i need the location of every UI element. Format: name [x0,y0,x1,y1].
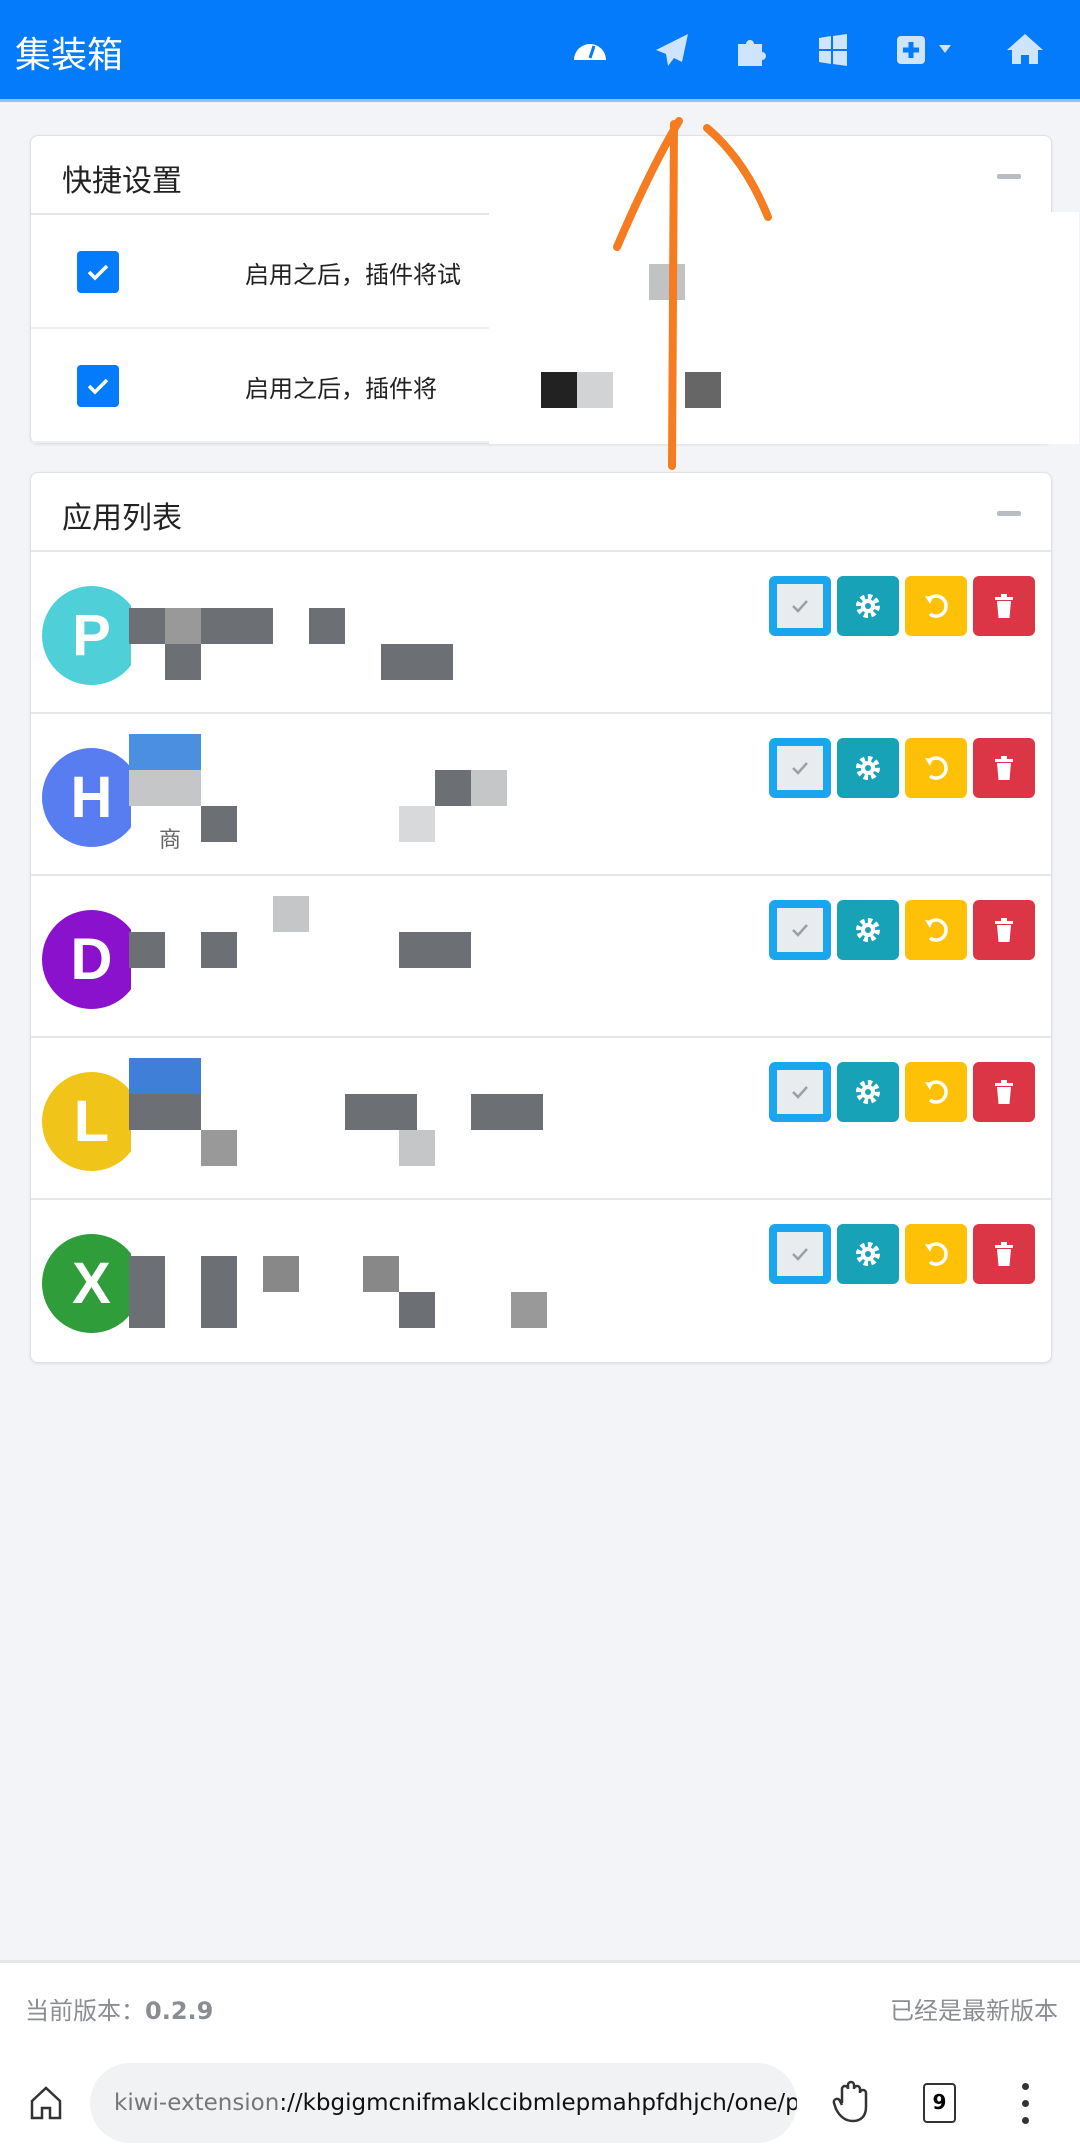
redaction [129,932,165,968]
redaction [129,1256,165,1292]
redaction [201,1292,237,1328]
settings-button[interactable] [837,1224,899,1284]
redaction [399,1292,435,1328]
redaction [381,644,453,680]
reset-button[interactable] [905,900,967,960]
settings-button[interactable] [837,576,899,636]
gear-icon [856,756,880,780]
settings-button[interactable] [837,900,899,960]
url-path: ://kbgigmcnifmaklccibmlepmahpfdhjch/one/… [279,2090,797,2116]
undo-icon [925,1242,948,1266]
app-avatar: H [42,748,141,847]
redaction [345,1094,417,1130]
enable-button[interactable] [769,576,831,636]
redaction [129,1058,201,1094]
url-bar[interactable]: kiwi-extension://kbgigmcnifmaklccibmlepm… [90,2063,797,2143]
delete-button[interactable] [973,576,1035,636]
check-icon [792,762,808,775]
redaction [201,608,273,644]
trash-icon [995,594,1013,618]
check-icon [792,1086,808,1099]
hand-icon[interactable] [830,2079,872,2125]
check-icon [792,600,808,613]
undo-icon [925,918,948,942]
reset-button[interactable] [905,1224,967,1284]
redaction [129,1094,201,1130]
gear-icon [856,1080,880,1104]
trash-icon [995,918,1013,942]
footer: 当前版本：0.2.9 已经是最新版本 kiwi-extension://kbgi… [0,1960,1080,2151]
app-row: X [31,1200,1051,1362]
undo-icon [925,594,948,618]
update-status: 已经是最新版本 [890,1997,1058,2025]
tab-count-button[interactable]: 9 [923,2083,956,2123]
redaction [201,806,237,842]
url-scheme: kiwi-extension [114,2090,280,2116]
app-row: H 商 [31,714,1051,876]
delete-button[interactable] [973,1224,1035,1284]
trash-icon [995,1080,1013,1104]
reset-button[interactable] [905,738,967,798]
app-list-card: 应用列表 P H 商 D L X [30,472,1052,1363]
redaction [165,644,201,680]
redaction [363,1256,399,1292]
app-row: D [31,876,1051,1038]
version-info: 当前版本：0.2.9 [25,1991,213,2026]
app-row: L [31,1038,1051,1200]
enable-button[interactable] [769,738,831,798]
redaction [129,608,165,644]
redaction [129,1292,165,1328]
redaction [511,1292,547,1328]
redaction [471,1094,543,1130]
version-label: 当前版本： [25,1997,145,2025]
enable-button[interactable] [769,1224,831,1284]
app-avatar: P [42,586,141,685]
gear-icon [856,1242,880,1266]
settings-button[interactable] [837,738,899,798]
undo-icon [925,1080,948,1104]
reset-button[interactable] [905,576,967,636]
redaction [129,734,201,770]
enable-button[interactable] [769,900,831,960]
redaction [129,770,201,806]
redaction [201,1256,237,1292]
enable-button[interactable] [769,1062,831,1122]
redaction [399,1130,435,1166]
app-row: P [31,552,1051,714]
gear-icon [856,918,880,942]
redaction [165,608,201,644]
trash-icon [995,756,1013,780]
check-icon [792,924,808,937]
version-number: 0.2.9 [145,1997,214,2025]
redaction [201,932,237,968]
redaction [309,608,345,644]
redaction [399,932,471,968]
delete-button[interactable] [973,1062,1035,1122]
delete-button[interactable] [973,738,1035,798]
redaction [435,770,471,806]
redaction [263,1256,299,1292]
app-avatar: D [42,910,141,1009]
app-avatar: L [42,1072,141,1171]
browser-home-icon[interactable] [26,2083,66,2123]
gear-icon [856,594,880,618]
collapse-button[interactable] [997,511,1021,516]
redaction [399,806,435,842]
reset-button[interactable] [905,1062,967,1122]
app-avatar: X [42,1234,141,1333]
check-icon [792,1248,808,1261]
settings-button[interactable] [837,1062,899,1122]
trash-icon [995,1242,1013,1266]
delete-button[interactable] [973,900,1035,960]
redaction [201,1130,237,1166]
redaction [131,714,691,874]
redaction [273,896,309,932]
menu-dots-icon[interactable] [1022,2083,1030,2125]
app-subtitle: 商 [159,828,182,853]
undo-icon [925,756,948,780]
annotation-arrow [613,117,772,470]
redaction [471,770,507,806]
